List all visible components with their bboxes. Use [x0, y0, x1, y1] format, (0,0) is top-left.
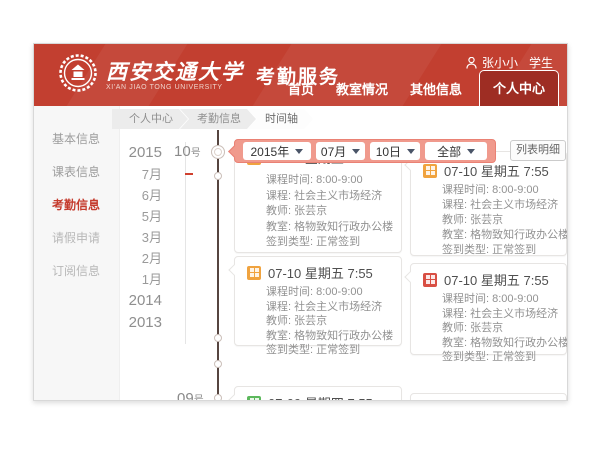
teacher-name: 张芸京 [470, 214, 503, 226]
chevron-down-icon [352, 149, 360, 154]
attendance-type-icon [423, 164, 437, 178]
classroom-name: 格物致知行政办公楼 [470, 229, 568, 241]
course-name: 社会主义市场经济 [294, 301, 382, 313]
screenshot-canvas: 西安交通大学 XI'AN JIAO TONG UNIVERSITY 考勤服务 张… [0, 0, 600, 450]
timeline-node [214, 334, 222, 342]
sidebar-item-leave-request[interactable]: 请假申请 [34, 221, 119, 254]
filter-bar: 2015年 07月 10日 全部 [234, 139, 496, 163]
selected-month-marker [185, 173, 193, 175]
filter-bar-pointer [228, 145, 241, 158]
attendance-card[interactable]: 07-10 星期五 7:55 课程时间: 8:00-9:00 课程: 社会主义市… [410, 151, 567, 256]
user-role: 学生 [529, 54, 553, 71]
attendance-card[interactable] [410, 393, 567, 401]
sign-type: 正常签到 [492, 244, 536, 256]
classroom-name: 格物致知行政办公楼 [470, 337, 568, 349]
year-item-2013[interactable]: 2013 [123, 312, 162, 334]
breadcrumb: 个人中心 考勤信息 时间轴 [112, 109, 313, 129]
type-select[interactable]: 全部 [425, 142, 487, 160]
university-name-en: XI'AN JIAO TONG UNIVERSITY [106, 84, 244, 91]
nav-item-home[interactable]: 首页 [277, 71, 325, 106]
chevron-down-icon [407, 149, 415, 154]
breadcrumb-attendance-info[interactable]: 考勤信息 [180, 109, 256, 129]
year-item-2014[interactable]: 2014 [123, 290, 162, 312]
sidebar-item-schedule-info[interactable]: 课表信息 [34, 155, 119, 188]
course-time: 8:00-9:00 [492, 293, 538, 305]
timeline-node [214, 172, 222, 180]
card-date: 07-10 星期五 7:55 [444, 161, 549, 180]
app-window: 西安交通大学 XI'AN JIAO TONG UNIVERSITY 考勤服务 张… [33, 43, 568, 401]
sign-type: 正常签到 [316, 236, 360, 248]
timeline-day-label-10: 10号 [174, 143, 201, 161]
timeline-year-month-nav: 2015 7月 6月 5月 3月 2月 1月 2014 2013 [123, 142, 186, 344]
attendance-type-icon [423, 273, 437, 287]
university-name-cn: 西安交通大学 [106, 60, 244, 84]
attendance-type-icon [247, 266, 261, 280]
card-header: 07-09 星期四 7:55 [235, 387, 401, 401]
sign-type: 正常签到 [492, 351, 536, 363]
sidebar-item-basic-info[interactable]: 基本信息 [34, 122, 119, 155]
course-time: 8:00-9:00 [316, 174, 362, 186]
main-nav: 首页 教室情况 其他信息 个人中心 [277, 70, 559, 106]
person-icon [466, 57, 477, 69]
teacher-name: 张芸京 [294, 205, 327, 217]
list-detail-button[interactable]: 列表明细 [510, 140, 566, 161]
user-info[interactable]: 张小小 学生 [466, 54, 553, 71]
attendance-card[interactable]: 07-10 星期五 7:55 课程时间: 8:00-9:00 课程: 社会主义市… [234, 256, 402, 346]
teacher-name: 张芸京 [294, 315, 327, 327]
course-time: 8:00-9:00 [316, 286, 362, 298]
content-area: 基本信息 课表信息 考勤信息 请假申请 订阅信息 个人中心 考勤信息 时间轴 2… [34, 106, 567, 400]
card-date: 07-10 星期五 7:55 [268, 263, 373, 282]
university-emblem-icon [58, 53, 98, 98]
course-name: 社会主义市场经济 [294, 190, 382, 202]
attendance-type-icon [247, 396, 261, 402]
sidebar-item-subscription-info[interactable]: 订阅信息 [34, 254, 119, 287]
teacher-name: 张芸京 [470, 322, 503, 334]
app-header: 西安交通大学 XI'AN JIAO TONG UNIVERSITY 考勤服务 张… [34, 44, 567, 106]
nav-item-classrooms[interactable]: 教室情况 [325, 71, 399, 106]
nav-item-personal-center[interactable]: 个人中心 [479, 70, 559, 106]
timeline-node [214, 360, 222, 368]
course-name: 社会主义市场经济 [470, 308, 558, 320]
month-item-january[interactable]: 1月 [123, 269, 162, 290]
day-select[interactable]: 10日 [370, 142, 420, 160]
sidebar: 基本信息 课表信息 考勤信息 请假申请 订阅信息 [34, 106, 120, 400]
attendance-card[interactable]: 07-10 星期五 7:55 课程时间: 8:00-9:00 课程: 社会主义市… [410, 263, 567, 355]
timeline-day-label-09: 09号 [177, 390, 204, 401]
month-item-march[interactable]: 3月 [123, 227, 162, 248]
sign-type: 正常签到 [316, 344, 360, 356]
month-item-may[interactable]: 5月 [123, 206, 162, 227]
classroom-name: 格物致知行政办公楼 [294, 221, 393, 233]
card-header: 07-10 星期五 7:55 [235, 257, 401, 285]
timeline-node [214, 394, 222, 401]
month-select[interactable]: 07月 [316, 142, 366, 160]
card-date: 07-09 星期四 7:55 [268, 393, 373, 401]
course-time: 8:00-9:00 [492, 184, 538, 196]
card-header: 07-10 星期五 7:55 [411, 264, 566, 292]
user-name: 张小小 [482, 54, 518, 71]
university-name-block: 西安交通大学 XI'AN JIAO TONG UNIVERSITY [106, 60, 244, 91]
year-select[interactable]: 2015年 [243, 142, 311, 160]
year-item-2015[interactable]: 2015 [123, 142, 162, 164]
timeline-node-current [211, 145, 225, 159]
nav-item-other-info[interactable]: 其他信息 [399, 71, 473, 106]
month-item-february[interactable]: 2月 [123, 248, 162, 269]
chevron-down-icon [467, 149, 475, 154]
classroom-name: 格物致知行政办公楼 [294, 330, 393, 342]
breadcrumb-personal-center[interactable]: 个人中心 [112, 109, 188, 129]
course-name: 社会主义市场经济 [470, 199, 558, 211]
sidebar-item-attendance-info[interactable]: 考勤信息 [34, 188, 119, 221]
breadcrumb-timeline[interactable]: 时间轴 [248, 109, 313, 129]
chevron-down-icon [295, 149, 303, 154]
month-item-june[interactable]: 6月 [123, 185, 162, 206]
attendance-card[interactable]: 07-09 星期四 7:55 [234, 386, 402, 401]
month-item-july[interactable]: 7月 [123, 164, 162, 185]
card-date: 07-10 星期五 7:55 [444, 270, 549, 289]
